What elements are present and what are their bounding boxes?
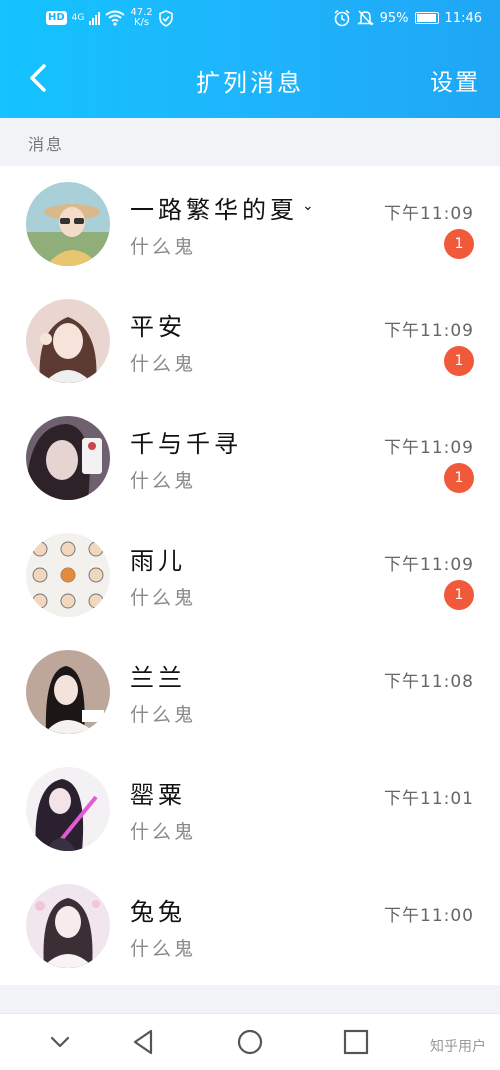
avatar[interactable] [26, 650, 110, 734]
message-time: 下午11:09 [384, 204, 474, 224]
unread-badge: 1 [444, 229, 474, 259]
header-background: HD 4G 47.2 K/s 95% 11:46 扩列消息 设置 [0, 0, 500, 118]
message-time: 下午11:09 [384, 555, 474, 575]
list-footer-gap [0, 985, 500, 1013]
shield-icon [158, 9, 173, 27]
message-row[interactable]: 平安 什么鬼 下午11:09 1 [0, 283, 500, 400]
clock: 11:46 [444, 10, 482, 26]
message-time: 下午11:01 [384, 789, 474, 809]
avatar[interactable] [26, 182, 110, 266]
message-row[interactable]: 兰兰 什么鬼 下午11:08 [0, 634, 500, 751]
message-time: 下午11:09 [384, 438, 474, 458]
message-row[interactable]: 兔兔 什么鬼 下午11:00 [0, 868, 500, 985]
battery-icon [414, 12, 439, 24]
network-speed: 47.2 K/s [130, 7, 153, 28]
hd-badge: HD [46, 11, 67, 25]
contact-name: 千与千寻 [130, 430, 242, 458]
avatar[interactable] [26, 767, 110, 851]
message-preview: 什么鬼 [130, 587, 197, 609]
wifi-icon [105, 10, 125, 26]
contact-name: 平安 [130, 313, 186, 341]
home-circle-icon[interactable] [236, 1028, 264, 1056]
battery-percent: 95% [379, 10, 409, 26]
recents-square-icon[interactable] [342, 1028, 370, 1056]
message-preview: 什么鬼 [130, 353, 197, 375]
message-list: 一路繁华的夏⌄ 什么鬼 下午11:09 1 平安 什么鬼 下午11:09 1 [0, 166, 500, 985]
message-row[interactable]: 罂粟 什么鬼 下午11:01 [0, 751, 500, 868]
unread-badge: 1 [444, 463, 474, 493]
message-preview: 什么鬼 [130, 938, 197, 960]
back-triangle-icon[interactable] [130, 1028, 158, 1056]
message-time: 下午11:09 [384, 321, 474, 341]
message-row[interactable]: 一路繁华的夏 ⌄ 什么鬼 下午11:09 1 [0, 166, 500, 283]
chevron-down-icon: ⌄ [302, 198, 318, 214]
nav-bar: 扩列消息 设置 [0, 50, 500, 106]
signal-icon [89, 11, 101, 25]
avatar[interactable] [26, 533, 110, 617]
message-preview: 什么鬼 [130, 704, 197, 726]
settings-button[interactable]: 设置 [430, 63, 480, 97]
contact-name: 罂粟 [130, 781, 186, 809]
mute-bell-icon [356, 10, 374, 26]
system-nav-bar: 知乎用户 [0, 1013, 500, 1070]
section-label: 消息 [28, 135, 65, 154]
page-title: 扩列消息 [196, 69, 304, 97]
avatar[interactable] [26, 416, 110, 500]
avatar[interactable] [26, 299, 110, 383]
alarm-icon [334, 9, 350, 27]
chevron-down-icon[interactable] [46, 1028, 74, 1056]
message-preview: 什么鬼 [130, 821, 197, 843]
unread-badge: 1 [444, 346, 474, 376]
message-preview: 什么鬼 [130, 236, 197, 258]
message-time: 下午11:08 [384, 672, 474, 692]
contact-name: 一路繁华的夏 ⌄ [130, 196, 318, 224]
message-time: 下午11:00 [384, 906, 474, 926]
unread-badge: 1 [444, 580, 474, 610]
message-row[interactable]: 千与千寻 什么鬼 下午11:09 1 [0, 400, 500, 517]
section-header: 消息 [0, 118, 500, 166]
watermark: 知乎用户 [430, 1039, 486, 1055]
contact-name: 兰兰 [130, 664, 186, 692]
avatar[interactable] [26, 884, 110, 968]
status-bar: HD 4G 47.2 K/s 95% 11:46 [0, 0, 500, 38]
contact-name: 雨儿 [130, 547, 186, 575]
message-row[interactable]: 雨儿 什么鬼 下午11:09 1 [0, 517, 500, 634]
contact-name: 兔兔 [130, 898, 186, 926]
message-preview: 什么鬼 [130, 470, 197, 492]
network-type: 4G [71, 13, 85, 23]
